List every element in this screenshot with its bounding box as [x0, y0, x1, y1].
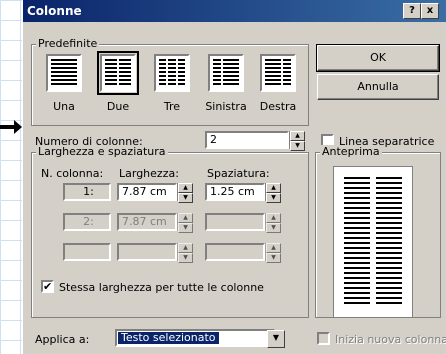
col3-spaziatura-spinner[interactable]: ▲ ▼ — [265, 243, 281, 263]
preset-destra[interactable]: Destra — [251, 54, 305, 113]
inizia-nuova-checkbox[interactable] — [317, 332, 330, 345]
spaziatura-header: Spaziatura: — [207, 167, 270, 180]
two-columns-icon — [97, 51, 139, 95]
col2-larghezza-input[interactable]: 7.87 cm — [117, 213, 177, 231]
col3-larghezza-input[interactable] — [117, 243, 177, 261]
three-columns-icon — [154, 54, 190, 92]
col2-spaziatura-input[interactable] — [205, 213, 265, 231]
numero-colonne-spinner[interactable]: ▲ ▼ — [289, 131, 305, 151]
pointer-arrow-icon — [0, 120, 22, 134]
stessa-larghezza-checkbox[interactable]: ✔ — [41, 280, 54, 293]
preset-destra-label: Destra — [259, 100, 297, 113]
colonne-dialog: Colonne ? x Predefinite Una Due Tre Sini… — [22, 0, 446, 354]
left-columns-icon — [208, 54, 244, 92]
stessa-larghezza-label: Stessa larghezza per tutte le colonne — [59, 281, 264, 294]
preset-una-label: Una — [53, 100, 75, 113]
preview-column-2 — [376, 177, 402, 305]
title-bar: Colonne ? x — [23, 0, 446, 22]
col1-larghezza-spinner[interactable]: ▲ ▼ — [177, 183, 193, 203]
inizia-nuova-label: Inizia nuova colonna — [335, 333, 446, 346]
anteprima-label: Anteprima — [320, 145, 382, 158]
window-title: Colonne — [27, 4, 82, 18]
applica-combo[interactable]: Testo selezionato — [115, 329, 275, 347]
right-columns-icon — [260, 54, 296, 92]
annulla-button[interactable]: Annulla — [317, 74, 439, 100]
preset-tre[interactable]: Tre — [145, 54, 199, 113]
larghezza-header: Larghezza: — [119, 167, 179, 180]
anteprima-preview — [333, 166, 413, 318]
help-button[interactable]: ? — [403, 3, 421, 19]
preset-due-label: Due — [106, 100, 130, 113]
chevron-down-icon[interactable]: ▼ — [267, 330, 285, 348]
preset-una[interactable]: Una — [37, 54, 91, 113]
preset-tre-label: Tre — [163, 100, 181, 113]
col3-larghezza-spinner[interactable]: ▲ ▼ — [177, 243, 193, 263]
ok-button[interactable]: OK — [316, 44, 440, 72]
preset-sinistra-label: Sinistra — [205, 100, 247, 113]
col2-spaziatura-spinner[interactable]: ▲ ▼ — [265, 213, 281, 233]
col1-spaziatura-spinner[interactable]: ▲ ▼ — [265, 183, 281, 203]
col1-spaziatura-input[interactable]: 1.25 cm — [205, 183, 265, 201]
col2-larghezza-spinner[interactable]: ▲ ▼ — [177, 213, 193, 233]
applica-value: Testo selezionato — [118, 332, 219, 344]
larghezza-label: Larghezza e spaziatura — [36, 145, 168, 158]
col3-spaziatura-input[interactable] — [205, 243, 265, 261]
col1-number: 1: — [63, 183, 111, 201]
preset-sinistra[interactable]: Sinistra — [199, 54, 253, 113]
col3-number — [63, 243, 111, 261]
predefinite-label: Predefinite — [36, 37, 100, 50]
col1-larghezza-input[interactable]: 7.87 cm — [117, 183, 177, 201]
numero-colonne-input[interactable]: 2 — [205, 131, 289, 149]
preset-due[interactable]: Due — [91, 51, 145, 113]
one-column-icon — [46, 54, 82, 92]
col2-number: 2: — [63, 213, 111, 231]
close-button[interactable]: x — [421, 3, 439, 19]
preview-column-1 — [344, 177, 370, 305]
n-colonna-header: N. colonna: — [41, 167, 104, 180]
applica-label: Applica a: — [35, 333, 90, 346]
